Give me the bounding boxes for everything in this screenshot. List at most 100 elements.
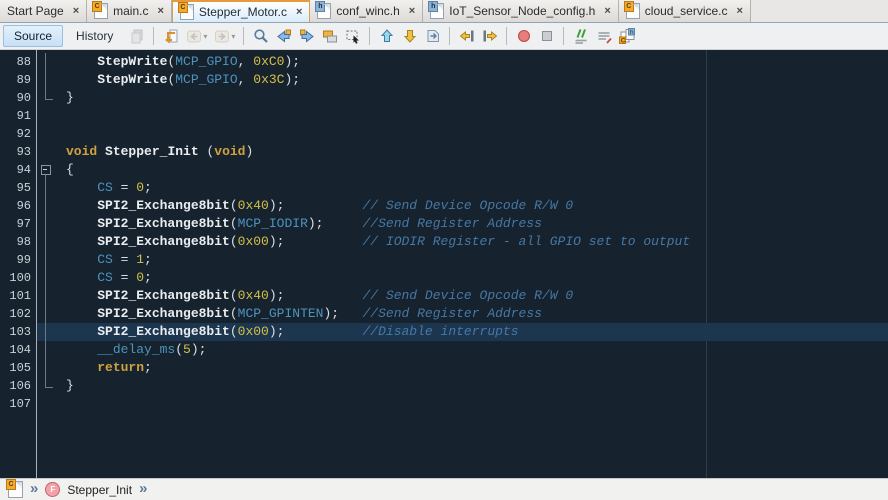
code-row: 89 StepWrite(MCP_GPIO, 0x3C); [0,71,888,89]
line-number[interactable]: 103 [0,323,36,341]
code-row: 91 [0,107,888,125]
toolbar-separator [563,27,564,45]
code-line[interactable] [57,395,66,413]
code-row: 95 CS = 0; [0,179,888,197]
fold-indicator [36,323,57,341]
code-line[interactable]: CS = 0; [57,269,152,287]
next-bookmark-button[interactable] [399,26,420,47]
find-next-button[interactable] [296,26,317,47]
fold-indicator [36,215,57,233]
tab-close-icon[interactable]: × [296,7,302,18]
breadcrumb: C » F Stepper_Init » [0,478,888,500]
line-number[interactable]: 90 [0,89,36,107]
history-button[interactable]: History [65,25,124,47]
tab-label: Stepper_Motor.c [199,5,287,19]
start-macro-recording-button[interactable] [513,26,534,47]
breadcrumb-chevron-icon[interactable]: » [139,481,147,496]
line-number[interactable]: 102 [0,305,36,323]
line-number[interactable]: 92 [0,125,36,143]
code-row: 103 SPI2_Exchange8bit(0x00); //Disable i… [0,323,888,341]
toggle-highlight-search-button[interactable] [319,26,340,47]
code-line[interactable]: StepWrite(MCP_GPIO, 0xC0); [57,53,300,71]
line-number[interactable]: 100 [0,269,36,287]
tab-main-c[interactable]: Cmain.c× [87,0,172,22]
line-number[interactable]: 94 [0,161,36,179]
breadcrumb-chevron-icon[interactable]: » [30,481,38,496]
code-line[interactable]: SPI2_Exchange8bit(0x40); // Send Device … [57,197,573,215]
stop-macro-recording-button[interactable] [536,26,557,47]
fold-indicator [36,377,57,395]
comment-button[interactable] [570,26,591,47]
tab-close-icon[interactable]: × [409,6,415,17]
find-previous-button[interactable] [273,26,294,47]
line-number[interactable]: 95 [0,179,36,197]
code-row: 100 CS = 0; [0,269,888,287]
code-line[interactable]: CS = 0; [57,179,152,197]
format-copy-button[interactable] [126,26,147,47]
tab-close-icon[interactable]: × [737,6,743,17]
tab-stepper-motor-c[interactable]: CStepper_Motor.c× [172,0,311,22]
tab-cloud-service-c[interactable]: Ccloud_service.c× [619,0,751,22]
code-line[interactable]: } [57,377,74,395]
code-row: 107 [0,395,888,413]
fold-collapse-icon[interactable] [36,161,57,179]
line-number[interactable]: 98 [0,233,36,251]
tab-close-icon[interactable]: × [157,6,163,17]
line-number[interactable]: 101 [0,287,36,305]
code-line[interactable]: StepWrite(MCP_GPIO, 0x3C); [57,71,300,89]
previous-bookmark-button[interactable] [376,26,397,47]
line-number[interactable]: 97 [0,215,36,233]
shift-line-left-button[interactable] [456,26,477,47]
code-line[interactable]: SPI2_Exchange8bit(0x40); // Send Device … [57,287,573,305]
line-number[interactable]: 106 [0,377,36,395]
fold-indicator [36,233,57,251]
shift-line-right-icon [481,28,498,45]
toggle-header-source-button[interactable]: hC [616,26,637,47]
fold-indicator [36,71,57,89]
tab-conf-winc-h[interactable]: h conf_winc.h × [310,0,423,22]
tab-close-icon[interactable]: × [73,6,79,17]
shift-line-right-button[interactable] [479,26,500,47]
breadcrumb-function-label[interactable]: Stepper_Init [67,483,132,497]
line-number[interactable]: 96 [0,197,36,215]
code-line[interactable]: CS = 1; [57,251,152,269]
code-line[interactable] [57,107,66,125]
toggle-rectangular-selection-button[interactable] [342,26,363,47]
code-row: 88 StepWrite(MCP_GPIO, 0xC0); [0,53,888,71]
tab-iot-sensor-node-config-h[interactable]: hIoT_Sensor_Node_config.h× [423,0,619,22]
line-number[interactable]: 107 [0,395,36,413]
c-file-icon: C [8,481,23,498]
code-line[interactable]: { [57,161,74,179]
last-edit-location-button[interactable] [160,26,181,47]
line-number[interactable]: 99 [0,251,36,269]
toggle-bookmark-button[interactable] [422,26,443,47]
tab-label: conf_winc.h [336,4,399,18]
line-number[interactable]: 89 [0,71,36,89]
code-line[interactable]: SPI2_Exchange8bit(MCP_IODIR); //Send Reg… [57,215,542,233]
line-number[interactable]: 104 [0,341,36,359]
toolbar-separator [449,27,450,45]
fold-indicator [36,125,57,143]
back-button[interactable]: ▾ [183,26,209,47]
code-line[interactable]: SPI2_Exchange8bit(0x00); //Disable inter… [57,323,519,341]
code-line[interactable]: } [57,89,74,107]
code-line[interactable]: SPI2_Exchange8bit(0x00); // IODIR Regist… [57,233,690,251]
code-editor[interactable]: 88 StepWrite(MCP_GPIO, 0xC0);89 StepWrit… [0,50,888,478]
h-file-icon: h [317,3,331,19]
line-number[interactable]: 93 [0,143,36,161]
line-number[interactable]: 88 [0,53,36,71]
forward-button[interactable]: ▾ [211,26,237,47]
source-button[interactable]: Source [3,25,63,47]
code-line[interactable]: SPI2_Exchange8bit(MCP_GPINTEN); //Send R… [57,305,542,323]
find-selection-button[interactable] [250,26,271,47]
tab-start-page[interactable]: Start Page× [0,0,87,22]
code-line[interactable] [57,125,66,143]
line-number[interactable]: 105 [0,359,36,377]
uncomment-button[interactable] [593,26,614,47]
code-line[interactable]: void Stepper_Init (void) [57,143,253,161]
code-line[interactable]: return; [57,359,152,377]
code-row: 99 CS = 1; [0,251,888,269]
line-number[interactable]: 91 [0,107,36,125]
code-line[interactable]: __delay_ms(5); [57,341,206,359]
tab-close-icon[interactable]: × [604,6,610,17]
